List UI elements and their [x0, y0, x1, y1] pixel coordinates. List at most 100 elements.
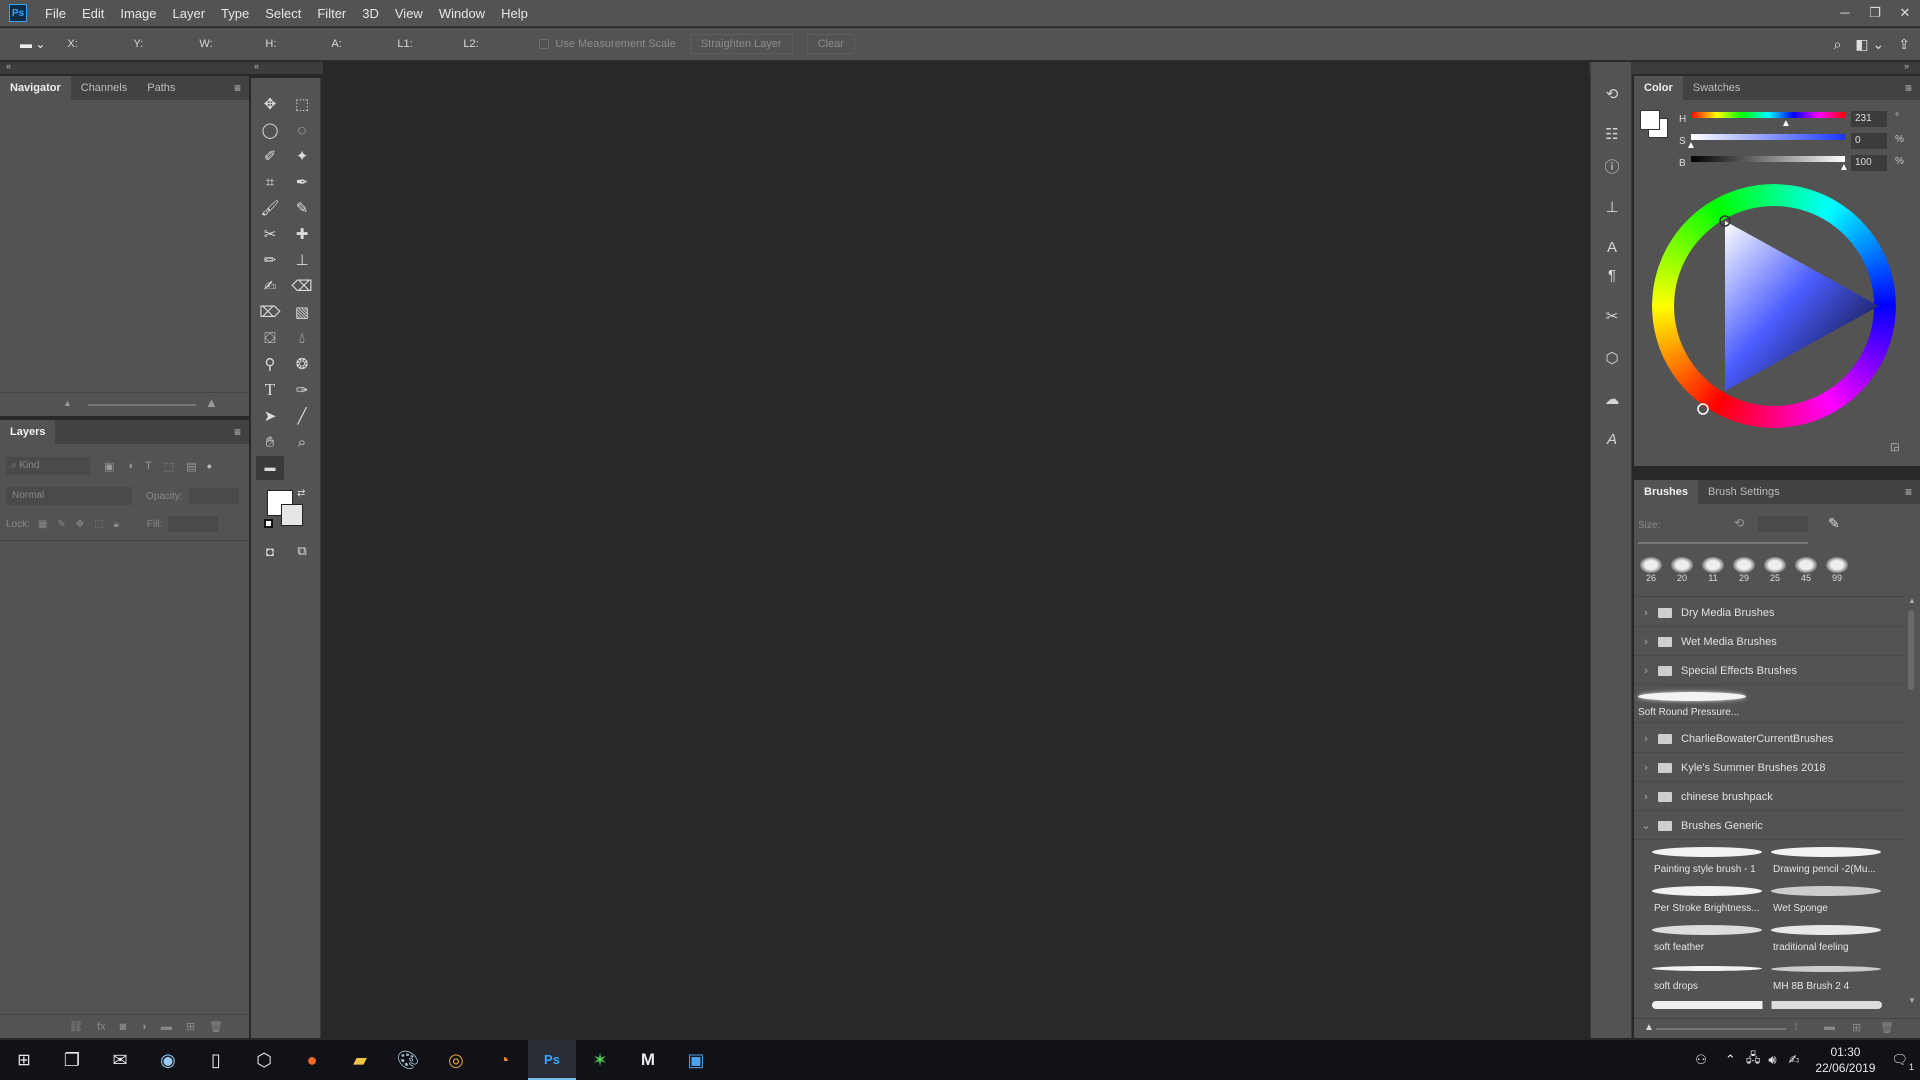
new-brush-preset-icon[interactable]: ✎ — [1828, 515, 1840, 532]
quick-selection-icon[interactable]: ✐ — [256, 144, 284, 168]
brush-drawing-pencil-2[interactable]: Drawing pencil -2(Mu... — [1767, 843, 1885, 881]
brush-preview-toggle-icon[interactable]: ⟟ — [1794, 1021, 1798, 1034]
adjustment-filter-icon[interactable]: ◑ — [126, 460, 133, 472]
chrome-icon[interactable]: ◎ — [432, 1040, 480, 1080]
brightness-slider-thumb-icon[interactable]: ▲ — [1839, 162, 1849, 173]
path-selection-icon[interactable]: ➤ — [256, 404, 284, 428]
smart-object-filter-icon[interactable]: ▤ — [186, 460, 196, 473]
tab-brushes[interactable]: Brushes — [1634, 480, 1699, 504]
tool-presets-icon[interactable]: ✂ — [1600, 306, 1624, 328]
recent-brush-1[interactable]: 26 — [1636, 555, 1666, 591]
hue-slider[interactable] — [1691, 112, 1845, 118]
recent-brush-4[interactable]: 29 — [1729, 555, 1759, 591]
unity-icon[interactable]: ⬡ — [240, 1040, 288, 1080]
brush-tool-icon[interactable]: 🖌︎ — [256, 196, 284, 220]
brush-folder-special-effects[interactable]: › Special Effects Brushes — [1634, 657, 1904, 685]
history-icon[interactable]: ⟲ — [1600, 84, 1624, 106]
glyphs-icon[interactable]: A — [1600, 429, 1624, 451]
ruler-tool-icon[interactable]: ▬ — [256, 456, 284, 480]
color-menu-icon[interactable]: ≡ — [1905, 81, 1912, 95]
close-button[interactable]: ✕ — [1890, 0, 1920, 27]
volume-icon[interactable]: 🔊︎ — [1768, 1052, 1776, 1068]
clear-button[interactable]: Clear — [806, 34, 855, 54]
pixel-filter-icon[interactable]: ▣ — [104, 460, 114, 473]
brush-wet-sponge[interactable]: Wet Sponge — [1767, 882, 1885, 920]
brush-per-stroke-brightness[interactable]: Per Stroke Brightness... — [1648, 882, 1766, 920]
straighten-layer-button[interactable]: Straighten Layer — [689, 34, 793, 54]
saturation-slider-thumb-icon[interactable]: ▲ — [1686, 140, 1696, 151]
clone-stamp-icon[interactable]: ⊥ — [288, 248, 316, 272]
recent-brush-5[interactable]: 25 — [1760, 555, 1790, 591]
blur-tool-icon[interactable]: 💧︎ — [288, 326, 316, 350]
brush-mh-8b-2-4[interactable]: MH 8B Brush 2 4 — [1767, 960, 1885, 998]
pencil-tool-icon[interactable]: ✏ — [256, 248, 284, 272]
menu-image[interactable]: Image — [112, 0, 164, 27]
type-filter-icon[interactable]: T — [145, 460, 152, 472]
add-mask-icon[interactable]: ◙ — [120, 1021, 127, 1033]
dodge-tool-icon[interactable]: ⚲ — [256, 352, 284, 376]
color-fg-swatch-front[interactable] — [1640, 110, 1660, 130]
brush-soft-feather[interactable]: soft feather — [1648, 921, 1766, 959]
minimize-button[interactable]: ─ — [1830, 0, 1860, 27]
brush-folder-kyles-summer[interactable]: › Kyle's Summer Brushes 2018 — [1634, 754, 1904, 782]
steam-icon[interactable]: ◉ — [144, 1040, 192, 1080]
network-icon[interactable]: 🖧︎ — [1746, 1049, 1761, 1071]
scroll-down-icon[interactable]: ▼ — [1908, 996, 1916, 1005]
blend-mode-select[interactable]: Normal — [6, 487, 132, 505]
fill-field[interactable] — [168, 516, 219, 532]
zoom-out-icon[interactable]: ▲ — [63, 398, 72, 408]
size-slider[interactable] — [1638, 542, 1808, 544]
hand-tool-icon[interactable]: ✋︎ — [256, 430, 284, 454]
zoom-in-icon[interactable]: ▲ — [205, 395, 218, 410]
menu-filter[interactable]: Filter — [309, 0, 354, 27]
default-colors-icon[interactable] — [264, 519, 273, 528]
menu-select[interactable]: Select — [257, 0, 309, 27]
opacity-field[interactable] — [188, 488, 239, 504]
tab-brush-settings[interactable]: Brush Settings — [1698, 480, 1790, 504]
line-tool-icon[interactable]: ╱ — [288, 404, 316, 428]
eyedropper-icon[interactable]: ✒ — [288, 170, 316, 194]
app-orange-icon[interactable]: ● — [288, 1040, 336, 1080]
saturation-slider[interactable] — [1691, 134, 1845, 140]
scroll-up-icon[interactable]: ▲ — [1908, 596, 1916, 605]
share-icon[interactable]: ⇪ — [1898, 36, 1910, 53]
new-group-icon[interactable]: ▬ — [161, 1021, 172, 1033]
workspace-icon[interactable]: ◧ ⌄ — [1855, 36, 1884, 53]
collapse-right-icon[interactable]: » — [1904, 61, 1909, 71]
new-layer-icon[interactable]: ⊞ — [186, 1020, 195, 1033]
menu-edit[interactable]: Edit — [74, 0, 112, 27]
mail-icon[interactable]: ✉ — [96, 1040, 144, 1080]
history-brush-icon[interactable]: ✍ — [256, 274, 284, 298]
blender-icon[interactable]: ◔ — [480, 1040, 528, 1080]
brush-new-icon[interactable]: ⊞ — [1852, 1021, 1861, 1034]
shape-filter-icon[interactable]: ⬚ — [164, 460, 174, 473]
menu-view[interactable]: View — [387, 0, 431, 27]
action-center-icon[interactable]: 🗨︎ 1 — [1891, 1052, 1914, 1072]
measurement-scale-checkbox[interactable]: Use Measurement Scale — [539, 38, 676, 50]
properties-icon[interactable]: ☷ — [1600, 124, 1624, 146]
zoom-slider[interactable] — [88, 404, 196, 406]
screen-mode-icon[interactable]: ⧉ — [288, 539, 316, 563]
photoshop-logo-icon[interactable]: Ps — [9, 4, 27, 22]
menu-layer[interactable]: Layer — [165, 0, 214, 27]
3d-icon[interactable]: ⬡ — [1600, 348, 1624, 370]
link-layers-icon[interactable]: ⛓ — [69, 1020, 83, 1033]
info-icon[interactable]: ⓘ — [1600, 157, 1624, 179]
background-color-swatch[interactable] — [281, 504, 303, 526]
marquee-tool-icon[interactable]: ⬚ — [288, 92, 316, 116]
hue-slider-thumb-icon[interactable]: ▲ — [1781, 118, 1791, 129]
eraser-tool-icon[interactable]: ⌫ — [288, 274, 316, 298]
notepad-icon[interactable]: ▯ — [192, 1040, 240, 1080]
ruler-tool-preset-icon[interactable]: ▬ ⌄ — [20, 37, 45, 51]
reset-size-icon[interactable]: ⟲ — [1734, 516, 1744, 530]
lock-transparent-icon[interactable]: ▦ — [38, 519, 47, 530]
color-panel-resize-icon[interactable]: ◲ — [1890, 442, 1899, 453]
type-tool-icon[interactable]: T — [256, 378, 284, 402]
crop-tool-icon[interactable]: ⌗ — [256, 170, 284, 194]
libraries-icon[interactable]: ☁ — [1600, 389, 1624, 411]
recent-brush-3[interactable]: 11 — [1698, 555, 1728, 591]
app-blue-window-icon[interactable]: ▣ — [672, 1040, 720, 1080]
brush-new-group-icon[interactable]: ▬ — [1824, 1021, 1835, 1033]
brushes-menu-icon[interactable]: ≡ — [1905, 485, 1912, 499]
tab-navigator[interactable]: Navigator — [0, 76, 71, 100]
